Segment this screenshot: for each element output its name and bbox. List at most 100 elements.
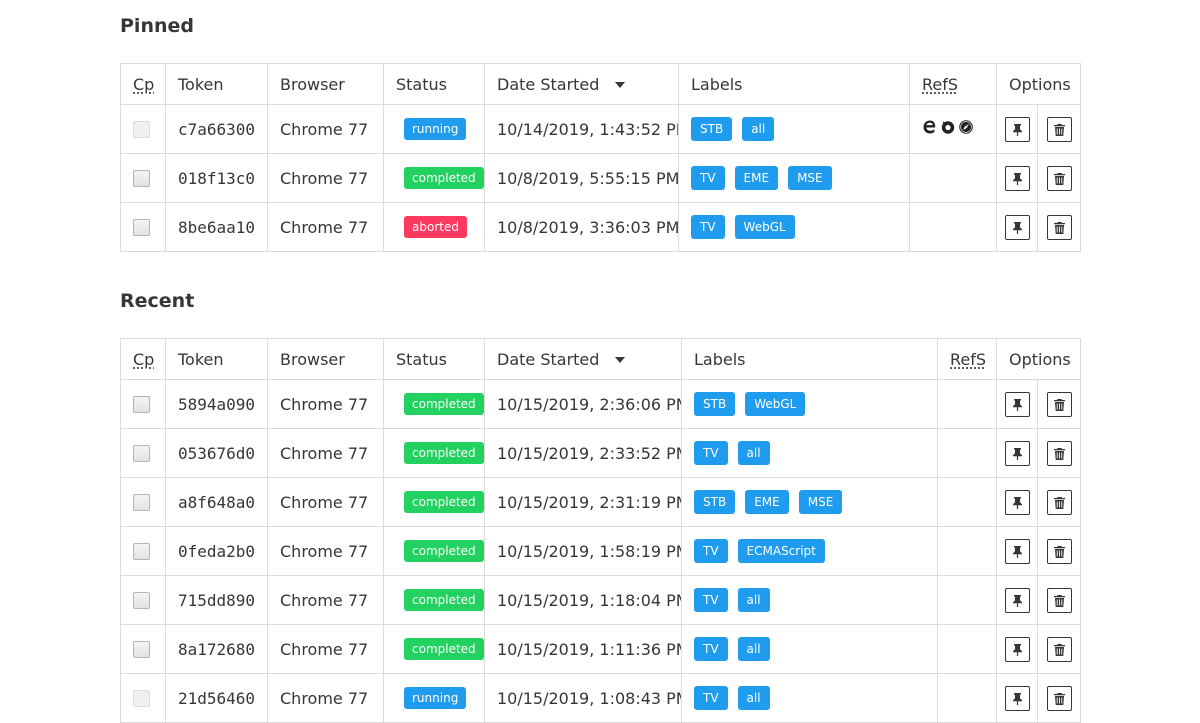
label-tag[interactable]: TV — [691, 166, 725, 190]
status-badge: completed — [404, 638, 484, 660]
column-header-browser[interactable]: Browser — [267, 63, 384, 105]
status-cell: completed — [383, 428, 485, 478]
label-tag[interactable]: TV — [694, 539, 728, 563]
trash-icon — [1053, 447, 1065, 460]
delete-button[interactable] — [1046, 440, 1072, 466]
labels-cell: TV all — [681, 575, 938, 625]
token-cell[interactable]: a8f648a0 — [165, 477, 268, 527]
status-badge: running — [404, 687, 467, 709]
column-header-status[interactable]: Status — [383, 63, 485, 105]
label-tag[interactable]: WebGL — [745, 392, 806, 416]
compare-cell — [120, 624, 166, 674]
label-tag[interactable]: ECMAScript — [737, 539, 825, 563]
delete-button[interactable] — [1046, 489, 1072, 515]
delete-button[interactable] — [1046, 116, 1072, 142]
unpin-button[interactable] — [1004, 165, 1030, 191]
firefox-icon — [940, 119, 956, 135]
label-tag[interactable]: WebGL — [734, 215, 795, 239]
label-tag[interactable]: TV — [691, 215, 725, 239]
sort-desc-icon[interactable] — [615, 357, 626, 363]
refs-cell — [937, 673, 997, 723]
date-started-cell: 10/8/2019, 3:36:03 PM — [484, 202, 679, 252]
pin-cell — [996, 428, 1038, 478]
compare-checkbox[interactable] — [133, 493, 150, 511]
label-tag[interactable]: EME — [745, 490, 789, 514]
token-cell[interactable]: 715dd890 — [165, 575, 268, 625]
label-tag[interactable]: MSE — [788, 166, 832, 190]
label-tag[interactable]: all — [737, 588, 770, 612]
delete-button[interactable] — [1046, 587, 1072, 613]
sort-desc-icon[interactable] — [615, 82, 626, 88]
compare-checkbox[interactable] — [133, 542, 150, 560]
delete-cell — [1036, 153, 1082, 203]
table-header-row: Cp Token Browser Status Date Started Labels Re… — [120, 338, 1082, 380]
token-cell[interactable]: c7a66300 — [165, 104, 268, 154]
label-tag[interactable]: STB — [691, 117, 733, 141]
delete-button[interactable] — [1046, 636, 1072, 662]
label-tag[interactable]: EME — [734, 166, 779, 190]
label-tag[interactable]: STB — [694, 490, 736, 514]
delete-button[interactable] — [1046, 685, 1072, 711]
column-header-browser[interactable]: Browser — [267, 338, 384, 380]
status-badge: completed — [404, 442, 484, 464]
column-header-labels: Labels — [681, 338, 938, 380]
compare-checkbox[interactable] — [133, 395, 150, 413]
pin-button[interactable] — [1004, 440, 1030, 466]
label-tag[interactable]: MSE — [798, 490, 843, 514]
pin-cell — [996, 575, 1038, 625]
column-header-token[interactable]: Token — [165, 63, 268, 105]
pin-button[interactable] — [1004, 538, 1030, 564]
unpin-button[interactable] — [1004, 214, 1030, 240]
token-cell[interactable]: 0feda2b0 — [165, 526, 268, 576]
status-badge: completed — [404, 589, 484, 611]
labels-cell: TV all — [681, 624, 938, 674]
token-cell[interactable]: 5894a090 — [165, 379, 268, 429]
status-badge: completed — [404, 491, 484, 513]
pin-cell — [996, 673, 1038, 723]
column-header-token[interactable]: Token — [165, 338, 268, 380]
label-tag[interactable]: TV — [694, 686, 728, 710]
date-started-cell: 10/15/2019, 1:18:04 PM — [484, 575, 682, 625]
compare-checkbox[interactable] — [133, 218, 150, 236]
compare-checkbox[interactable] — [133, 640, 150, 658]
label-tag[interactable]: all — [742, 117, 775, 141]
delete-button[interactable] — [1046, 538, 1072, 564]
delete-cell — [1036, 202, 1082, 252]
token-cell[interactable]: 053676d0 — [165, 428, 268, 478]
pin-button[interactable] — [1004, 636, 1030, 662]
token-cell[interactable]: 21d56460 — [165, 673, 268, 723]
token-cell[interactable]: 8a172680 — [165, 624, 268, 674]
unpin-button[interactable] — [1004, 116, 1030, 142]
pin-button[interactable] — [1004, 587, 1030, 613]
pin-button[interactable] — [1004, 391, 1030, 417]
label-tag[interactable]: TV — [694, 588, 728, 612]
date-started-cell: 10/14/2019, 1:43:52 PM — [484, 104, 679, 154]
date-started-cell: 10/15/2019, 2:33:52 PM — [484, 428, 682, 478]
compare-checkbox[interactable] — [133, 591, 150, 609]
token-cell[interactable]: 8be6aa10 — [165, 202, 268, 252]
column-header-status[interactable]: Status — [383, 338, 485, 380]
compare-checkbox[interactable] — [133, 169, 150, 187]
compare-checkbox[interactable] — [133, 444, 150, 462]
pin-button[interactable] — [1004, 489, 1030, 515]
label-tag[interactable]: TV — [694, 441, 728, 465]
label-tag[interactable]: TV — [694, 637, 728, 661]
browser-cell: Chrome 77 — [267, 575, 384, 625]
delete-button[interactable] — [1046, 214, 1072, 240]
label-tag[interactable]: all — [737, 637, 770, 661]
column-header-date-started[interactable]: Date Started — [484, 63, 679, 105]
trash-icon — [1053, 221, 1065, 234]
pin-button[interactable] — [1004, 685, 1030, 711]
pin-icon — [1012, 643, 1022, 656]
status-cell: completed — [383, 153, 485, 203]
label-tag[interactable]: all — [737, 686, 770, 710]
table-row: 0feda2b0 Chrome 77 completed 10/15/2019, 1:… — [120, 526, 1082, 576]
delete-button[interactable] — [1046, 165, 1072, 191]
browser-cell: Chrome 77 — [267, 624, 384, 674]
column-header-date-started[interactable]: Date Started — [484, 338, 682, 380]
label-tag[interactable]: all — [737, 441, 770, 465]
label-tag[interactable]: STB — [694, 392, 736, 416]
token-cell[interactable]: 018f13c0 — [165, 153, 268, 203]
delete-button[interactable] — [1046, 391, 1072, 417]
cp-label: Cp — [133, 74, 155, 94]
